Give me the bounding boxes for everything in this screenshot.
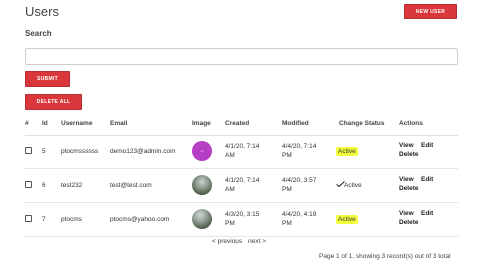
- column-header-email: Email: [110, 120, 128, 127]
- row-created-date: 4/3/20, 3:15: [225, 211, 260, 218]
- column-header-image: Image: [192, 120, 211, 127]
- row-modified-date: 4/4/20, 3:57: [282, 177, 317, 184]
- table-row: 7 ptocms ptocms@yahoo.com 4/3/20, 3:15 P…: [25, 203, 458, 237]
- previous-page-link[interactable]: < previous: [212, 238, 242, 245]
- row-username: ptocmssssss: [61, 148, 99, 155]
- delete-all-button[interactable]: DELETE ALL: [25, 94, 82, 110]
- row-email: ptocms@yahoo.com: [110, 216, 170, 223]
- view-link[interactable]: View: [399, 142, 414, 149]
- row-email: demo123@admin.com: [110, 148, 176, 155]
- user-avatar: [192, 209, 212, 229]
- table-header: # Id Username Email Image Created Modifi…: [25, 118, 458, 136]
- user-avatar: •••: [192, 141, 212, 161]
- edit-link[interactable]: Edit: [421, 142, 433, 149]
- row-email: test@test.com: [110, 182, 152, 189]
- page-title: Users: [25, 4, 59, 19]
- row-checkbox[interactable]: [25, 181, 32, 188]
- search-label: Search: [25, 29, 52, 38]
- row-created-time: AM: [225, 186, 235, 193]
- row-modified-date: 4/4/20, 7:14: [282, 143, 317, 150]
- row-checkbox[interactable]: [25, 215, 32, 222]
- column-header-created: Created: [225, 120, 250, 127]
- column-header-id: Id: [42, 120, 48, 127]
- pagination-summary: Page 1 of 1, showing 3 record(s) out of …: [319, 253, 451, 260]
- row-modified-time: PM: [282, 186, 292, 193]
- column-header-change-status: Change Status: [339, 120, 385, 127]
- status-toggle[interactable]: Active: [336, 181, 362, 190]
- row-modified-time: PM: [282, 220, 292, 227]
- row-created-date: 4/1/20, 7:14: [225, 177, 260, 184]
- status-toggle[interactable]: Active: [336, 215, 358, 224]
- next-page-link[interactable]: next >: [248, 238, 266, 245]
- row-modified-date: 4/4/20, 4:19: [282, 211, 317, 218]
- delete-link[interactable]: Delete: [399, 219, 419, 226]
- row-created-date: 4/1/20, 7:14: [225, 143, 260, 150]
- row-created-time: AM: [225, 152, 235, 159]
- table-row: 6 test232 test@test.com 4/1/20, 7:14 AM …: [25, 169, 458, 203]
- new-user-button[interactable]: NEW USER: [404, 4, 457, 19]
- column-header-modified: Modified: [282, 120, 309, 127]
- row-checkbox[interactable]: [25, 147, 32, 154]
- row-username: test232: [61, 182, 83, 189]
- status-toggle[interactable]: Active: [336, 147, 358, 156]
- row-id: 5: [42, 148, 46, 155]
- delete-link[interactable]: Delete: [399, 151, 419, 158]
- row-id: 7: [42, 216, 46, 223]
- user-avatar: [192, 175, 212, 195]
- table-row: 5 ptocmssssss demo123@admin.com ••• 4/1/…: [25, 135, 458, 169]
- status-label: Active: [344, 182, 362, 189]
- row-id: 6: [42, 182, 46, 189]
- pagination: < previous next >: [212, 238, 270, 245]
- status-label: Active: [336, 215, 358, 224]
- column-header-select: #: [25, 120, 29, 127]
- row-created-time: PM: [225, 220, 235, 227]
- search-input[interactable]: [25, 48, 458, 65]
- column-header-actions: Actions: [399, 120, 423, 127]
- submit-button[interactable]: SUBMIT: [25, 71, 70, 87]
- row-modified-time: PM: [282, 152, 292, 159]
- view-link[interactable]: View: [399, 210, 414, 217]
- view-link[interactable]: View: [399, 176, 414, 183]
- row-username: ptocms: [61, 216, 82, 223]
- edit-link[interactable]: Edit: [421, 176, 433, 183]
- status-label: Active: [336, 147, 358, 156]
- edit-link[interactable]: Edit: [421, 210, 433, 217]
- delete-link[interactable]: Delete: [399, 185, 419, 192]
- column-header-username: Username: [61, 120, 93, 127]
